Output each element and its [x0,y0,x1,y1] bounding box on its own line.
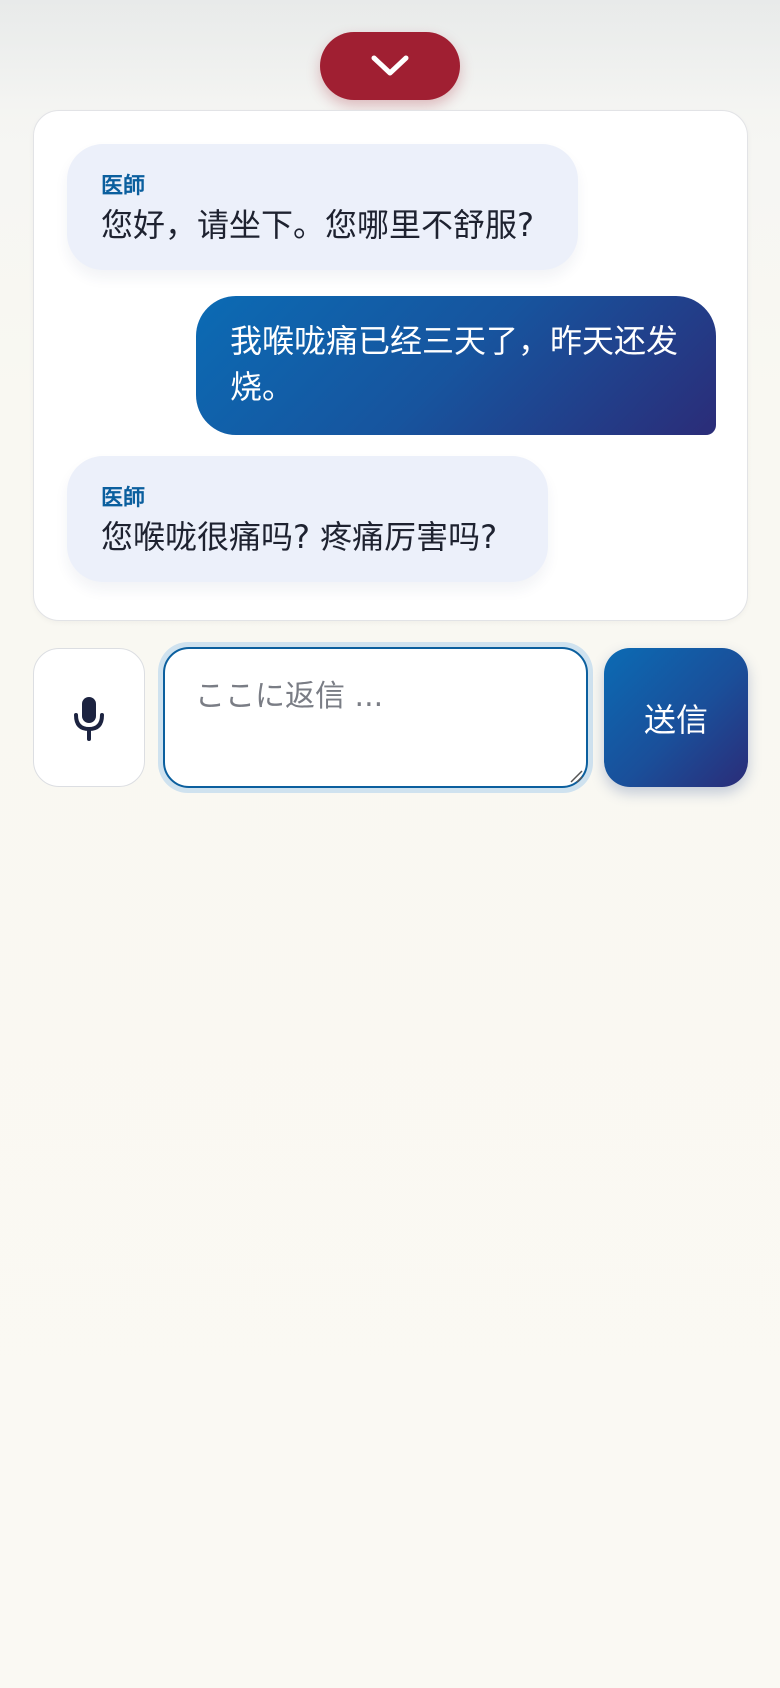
message-text-line-2: 烧。 [230,368,295,406]
resize-grip-icon[interactable] [569,769,583,783]
message-text: 您好，请坐下。您哪里不舒服? [101,206,534,244]
sender-label: 医師 [101,174,146,199]
chevron-down-icon [371,55,409,76]
doctor-message: 医師 您喉咙很痛吗? 疼痛厉害吗? [67,456,548,582]
reply-input[interactable] [163,647,588,788]
microphone-button[interactable] [33,648,145,787]
chat-panel: 医師 您好，请坐下。您哪里不舒服? 我喉咙痛已经三天了，昨天还发 烧。 医師 您… [33,110,748,621]
doctor-message: 医師 您好，请坐下。您哪里不舒服? [67,144,578,270]
user-message: 我喉咙痛已经三天了，昨天还发 烧。 [196,296,716,435]
message-text: 您喉咙很痛吗? 疼痛厉害吗? [101,518,498,556]
message-text-line-1: 我喉咙痛已经三天了，昨天还发 [230,322,679,360]
reply-field-focus-ring [158,642,593,793]
collapse-button[interactable] [320,32,460,100]
send-button[interactable]: 送信 [604,648,748,787]
microphone-icon [74,696,104,741]
sender-label: 医師 [101,486,146,511]
